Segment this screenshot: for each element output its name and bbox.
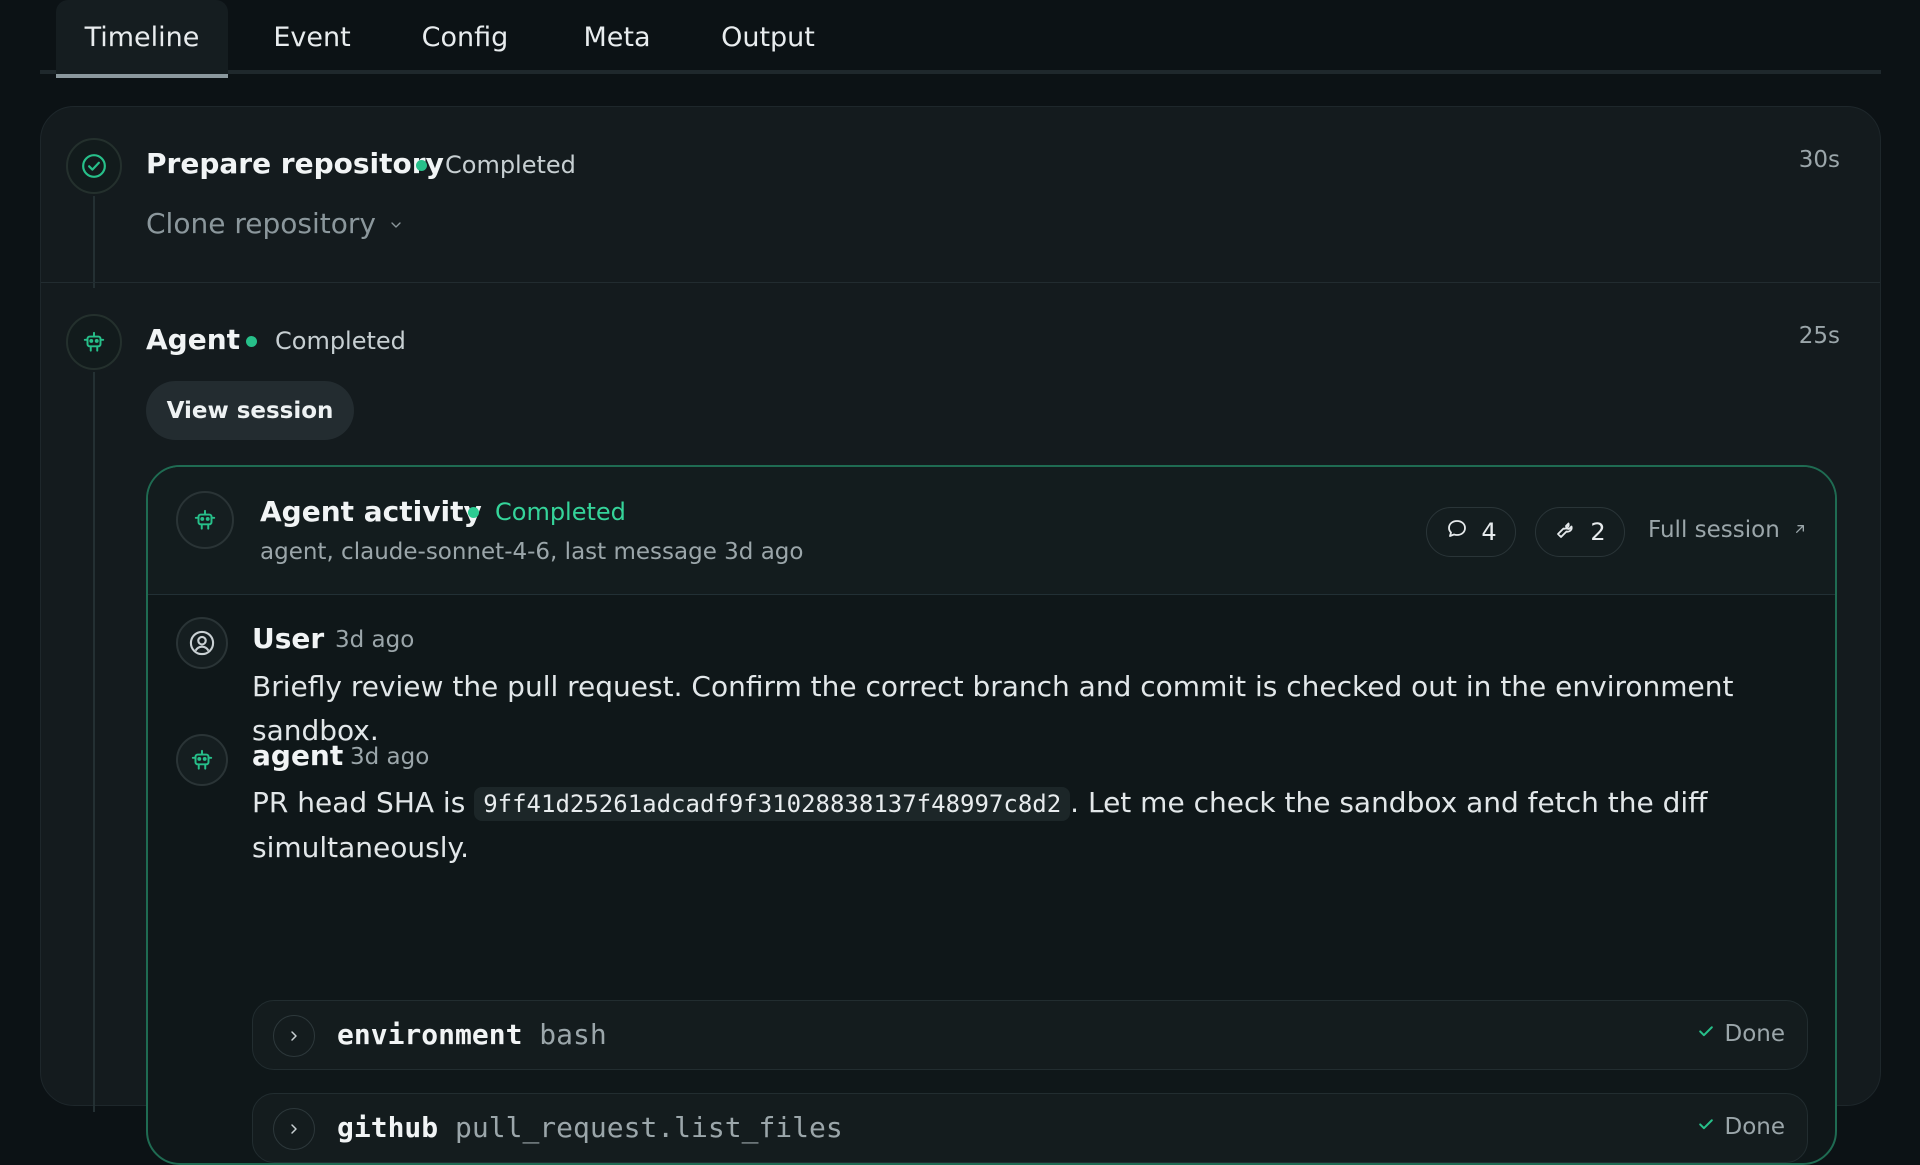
status-text: Completed [275,327,406,355]
step-title: Prepare repository [146,147,444,180]
message-time: 3d ago [335,627,415,653]
chevron-right-icon[interactable] [273,1015,315,1057]
tab-output[interactable]: Output [706,0,830,74]
tool-count: 2 [1590,518,1606,546]
status-dot [468,506,479,518]
timeline-connector [93,196,95,288]
robot-icon [176,491,234,549]
step-duration: 30s [1798,147,1840,173]
status-badge: Completed [416,151,576,179]
check-icon [1696,1021,1716,1047]
message-count: 4 [1481,518,1497,546]
status-text: Completed [495,498,626,526]
step-divider [41,282,1880,283]
tab-config[interactable]: Config [400,0,530,74]
tab-timeline[interactable]: Timeline [56,0,228,78]
activity-subtitle: agent, claude-sonnet-4-6, last message 3… [260,539,804,565]
message-time: 3d ago [350,744,430,770]
message-text-segment: . Let me check the sandbox and fetch the… [1070,786,1708,819]
tab-label: Output [721,21,815,53]
timeline-connector [93,372,95,1112]
substep-label: Clone repository [146,207,376,240]
full-session-link[interactable]: Full session [1648,517,1808,543]
chat-bubble-icon [1445,517,1469,547]
tab-bar: Timeline Event Config Meta Output [40,0,1881,78]
message-count-button[interactable]: 4 [1426,507,1516,557]
activity-title: Agent activity [260,495,482,528]
status-dot [416,159,427,171]
status-badge: Completed [246,327,406,355]
arrow-up-right-icon [1792,517,1808,543]
step-title: Agent [146,323,241,356]
message-text-segment: simultaneously. [252,831,469,864]
tab-label: Timeline [84,21,200,53]
chevron-down-icon [388,207,404,240]
tool-call-name: github pull_request.list_files [337,1111,843,1144]
tool-status: Done [1696,1114,1785,1140]
tool-status: Done [1696,1021,1785,1047]
timeline-panel: Prepare repository Completed 30s Clone r… [40,106,1881,1165]
tool-name: github [337,1111,439,1144]
step-duration: 25s [1798,323,1840,349]
message-text: Briefly review the pull request. Confirm… [252,670,1734,747]
tool-call-name: environment bash [337,1018,607,1051]
message-author: User [252,622,325,655]
user-circle-icon [176,617,228,669]
commit-sha-code: 9ff41d25261adcadf9f31028838137f48997c8d2 [474,787,1071,821]
tool-call-row[interactable]: environment bash Done [252,1000,1808,1070]
status-dot [246,335,257,347]
tab-event[interactable]: Event [258,0,366,74]
tool-status-text: Done [1724,1114,1785,1140]
robot-icon [66,314,122,370]
tool-name: environment [337,1018,523,1051]
view-session-button[interactable]: View session [146,381,354,440]
robot-icon [176,734,228,786]
message-text-segment: PR head SHA is [252,786,466,819]
agent-activity-card: Agent activity Completed agent, claude-s… [146,465,1837,1165]
tab-meta[interactable]: Meta [562,0,672,74]
full-session-label: Full session [1648,517,1780,543]
tool-method: pull_request.list_files [455,1111,843,1144]
message-text: PR head SHA is 9ff41d25261adcadf9f310288… [252,781,1812,870]
tool-status-text: Done [1724,1021,1785,1047]
tool-call-row[interactable]: github pull_request.list_files Done [252,1093,1808,1163]
check-icon [1696,1114,1716,1140]
message-author: agent [252,739,344,772]
tab-label: Config [421,21,509,53]
wrench-icon [1554,517,1578,547]
check-circle-icon [66,138,122,194]
activity-status: Completed [468,498,626,526]
activity-header: Agent activity Completed agent, claude-s… [148,467,1835,595]
tab-label: Event [273,21,351,53]
status-text: Completed [445,151,576,179]
tab-label: Meta [583,21,651,53]
clone-repository-toggle[interactable]: Clone repository [146,207,404,240]
tool-count-button[interactable]: 2 [1535,507,1625,557]
tool-method: bash [539,1018,607,1051]
chevron-right-icon[interactable] [273,1108,315,1150]
